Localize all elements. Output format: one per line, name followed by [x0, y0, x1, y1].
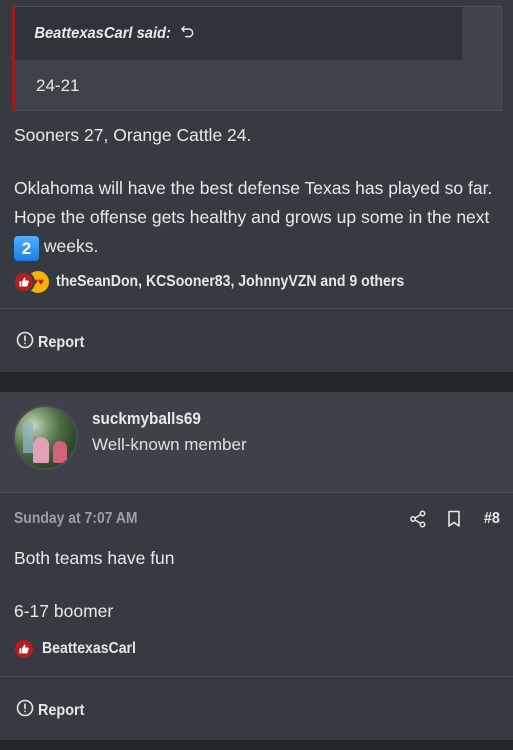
divider [0, 492, 513, 493]
report-button[interactable]: Report [16, 331, 90, 354]
quote-text: 24-21 [36, 76, 80, 95]
share-icon[interactable] [409, 510, 427, 528]
return-arrow-icon[interactable] [180, 24, 194, 44]
post-number-link[interactable]: #8 [484, 510, 500, 528]
alert-circle-icon [16, 699, 34, 722]
keycap-two-emoji: 2 [14, 236, 39, 261]
quote-block: BeattexasCarl said: 24-21 [12, 6, 502, 111]
username[interactable]: suckmyballs69 [92, 409, 201, 429]
post-1: BeattexasCarl said: 24-21 Sooners 27, Or… [0, 0, 513, 372]
post-text-part: weeks. [39, 236, 99, 256]
post-timestamp[interactable]: Sunday at 7:07 AM [14, 510, 138, 528]
report-button[interactable]: Report [16, 699, 90, 722]
report-label: Report [38, 701, 85, 719]
author-block: suckmyballs69 Well-known member [0, 392, 513, 492]
reactors-list[interactable]: BeattexasCarl [42, 640, 136, 658]
quote-header[interactable]: BeattexasCarl said: [15, 7, 463, 60]
post-actions: #8 [409, 510, 501, 528]
reactions-bar[interactable]: BeattexasCarl [13, 638, 149, 660]
alert-circle-icon [16, 331, 34, 354]
divider [0, 308, 513, 309]
user-title: Well-known member [92, 435, 247, 454]
reactions-bar[interactable]: ♥♥ theSeanDon, KCSooner83, JohnnyVZN and… [13, 271, 452, 293]
bookmark-icon[interactable] [447, 510, 463, 528]
reactors-list[interactable]: theSeanDon, KCSooner83, JohnnyVZN and 9 … [56, 273, 404, 291]
post-text-line: Sooners 27, Orange Cattle 24. [14, 125, 252, 145]
thumbs-up-icon [13, 271, 35, 293]
quote-author[interactable]: BeattexasCarl said: [34, 25, 171, 43]
post-2: suckmyballs69 Well-known member Sunday a… [0, 392, 513, 740]
post-text-paragraph: Oklahoma will have the best defense Texa… [14, 174, 499, 261]
post-text-line: 6-17 boomer [14, 601, 114, 621]
avatar[interactable] [13, 405, 78, 470]
post-text-line: Both teams have fun [14, 548, 175, 568]
post-text-part: Oklahoma will have the best defense Texa… [14, 178, 493, 227]
report-label: Report [38, 333, 85, 351]
divider [0, 676, 513, 677]
thumbs-up-icon [13, 638, 35, 660]
